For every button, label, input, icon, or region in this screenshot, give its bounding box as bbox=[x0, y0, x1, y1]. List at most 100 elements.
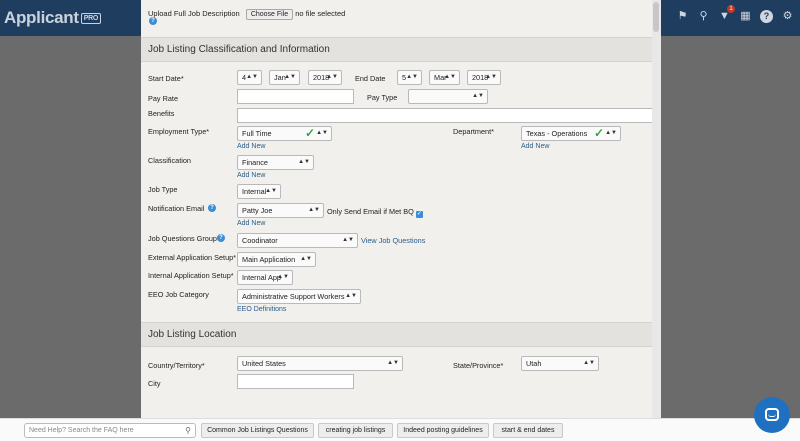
select-arrow-icon: ▲▼ bbox=[605, 130, 617, 136]
bookmark-icon[interactable]: ⚑ bbox=[676, 10, 689, 23]
scrollbar-thumb[interactable] bbox=[653, 2, 659, 32]
select-arrow-icon: ▲▼ bbox=[277, 274, 289, 280]
start-day-select[interactable]: 4 ▲▼ bbox=[237, 70, 262, 85]
section-classification-header: Job Listing Classification and Informati… bbox=[141, 37, 661, 62]
notification-badge: 1 bbox=[727, 5, 735, 13]
department-label: Department* bbox=[453, 127, 494, 136]
calendar-icon[interactable]: ▦ bbox=[739, 10, 752, 23]
pay-type-select[interactable]: ▲▼ bbox=[408, 89, 488, 104]
select-arrow-icon: ▲▼ bbox=[342, 237, 354, 243]
select-arrow-icon: ▲▼ bbox=[326, 74, 338, 80]
eeo-definitions-link[interactable]: EEO Definitions bbox=[237, 306, 286, 313]
logo-badge: PRO bbox=[80, 13, 102, 24]
select-arrow-icon: ▲▼ bbox=[406, 74, 418, 80]
valid-check-icon: ✓ bbox=[305, 126, 316, 140]
classification-label: Classification bbox=[148, 156, 191, 165]
valid-check-icon: ✓ bbox=[594, 126, 605, 140]
external-application-select[interactable]: Main Application ▲▼ bbox=[237, 252, 316, 267]
select-arrow-icon: ▲▼ bbox=[284, 74, 296, 80]
job-listing-modal: Upload Full Job Description Choose File … bbox=[141, 0, 661, 418]
app-logo[interactable]: Applicant PRO bbox=[4, 8, 102, 28]
employment-type-label: Employment Type* bbox=[148, 127, 210, 136]
end-year-select[interactable]: 2018 ▲▼ bbox=[467, 70, 501, 85]
select-arrow-icon: ▲▼ bbox=[265, 188, 277, 194]
job-questions-group-label: Job Questions Group bbox=[148, 234, 217, 243]
start-date-label: Start Date* bbox=[148, 74, 184, 83]
pay-rate-input[interactable] bbox=[237, 89, 354, 104]
country-label: Country/Territory* bbox=[148, 361, 205, 370]
search-icon[interactable]: ⚲ bbox=[697, 10, 710, 23]
view-job-questions-link[interactable]: View Job Questions bbox=[361, 236, 425, 245]
select-arrow-icon: ▲▼ bbox=[485, 74, 497, 80]
select-arrow-icon: ▲▼ bbox=[246, 74, 258, 80]
choose-file-button[interactable]: Choose File bbox=[245, 9, 294, 20]
state-value: Utah bbox=[526, 359, 542, 368]
faq-button-common-questions[interactable]: Common Job Listings Questions bbox=[201, 423, 314, 438]
select-arrow-icon: ▲▼ bbox=[345, 293, 357, 299]
job-questions-help-icon[interactable]: ? bbox=[217, 234, 225, 242]
upload-help-icon[interactable]: ? bbox=[149, 17, 157, 25]
state-select[interactable]: Utah ▲▼ bbox=[521, 356, 599, 371]
file-status: no file selected bbox=[295, 9, 346, 18]
select-arrow-icon: ▲▼ bbox=[298, 159, 310, 165]
logo-text: Applicant bbox=[4, 8, 79, 27]
faq-search-placeholder: Need Help? Search the FAQ here bbox=[29, 427, 134, 434]
employment-type-select[interactable]: Full Time ✓ ▲▼ bbox=[237, 126, 332, 141]
country-value: United States bbox=[242, 359, 286, 368]
classification-value: Finance bbox=[242, 158, 268, 167]
search-icon[interactable]: ⚲ bbox=[185, 424, 191, 437]
chat-launcher-button[interactable] bbox=[754, 397, 790, 433]
end-month-select[interactable]: Mar ▲▼ bbox=[429, 70, 460, 85]
job-questions-group-value: Coodinator bbox=[242, 236, 278, 245]
country-select[interactable]: United States ▲▼ bbox=[237, 356, 403, 371]
state-label: State/Province* bbox=[453, 361, 504, 370]
faq-search-input[interactable]: Need Help? Search the FAQ here ⚲ bbox=[24, 423, 196, 438]
help-bar: Need Help? Search the FAQ here ⚲ Common J… bbox=[0, 418, 800, 441]
notification-email-label: Notification Email bbox=[148, 204, 205, 213]
benefits-label: Benefits bbox=[148, 109, 175, 118]
city-input[interactable] bbox=[237, 374, 354, 389]
section-location-header: Job Listing Location bbox=[141, 322, 661, 347]
upload-label: Upload Full Job Description bbox=[148, 9, 240, 18]
faq-button-creating-listings[interactable]: creating job listings bbox=[318, 423, 393, 438]
department-add-new[interactable]: Add New bbox=[521, 143, 549, 150]
end-day-select[interactable]: 5 ▲▼ bbox=[397, 70, 422, 85]
start-month-select[interactable]: Jan ▲▼ bbox=[269, 70, 300, 85]
met-bq-checkbox[interactable]: ✓ bbox=[415, 211, 423, 218]
department-select[interactable]: Texas - Operations ✓ ▲▼ bbox=[521, 126, 621, 141]
classification-add-new[interactable]: Add New bbox=[237, 172, 265, 179]
notification-email-add-new[interactable]: Add New bbox=[237, 220, 265, 227]
pay-type-label: Pay Type bbox=[367, 93, 398, 102]
notification-email-help-icon[interactable]: ? bbox=[208, 204, 216, 212]
department-value: Texas - Operations bbox=[526, 129, 588, 138]
select-arrow-icon: ▲▼ bbox=[308, 207, 320, 213]
external-application-value: Main Application bbox=[242, 255, 296, 264]
city-label: City bbox=[148, 379, 161, 388]
job-type-value: Internal bbox=[242, 187, 267, 196]
job-type-select[interactable]: Internal ▲▼ bbox=[237, 184, 281, 199]
pay-rate-label: Pay Rate bbox=[148, 94, 179, 103]
faq-button-indeed-guidelines[interactable]: Indeed posting guidelines bbox=[397, 423, 489, 438]
employment-type-value: Full Time bbox=[242, 129, 272, 138]
met-bq-label: Only Send Email if Met BQ bbox=[327, 207, 414, 216]
modal-scrollbar[interactable] bbox=[652, 0, 661, 418]
benefits-input[interactable] bbox=[237, 108, 654, 123]
job-type-label: Job Type bbox=[148, 185, 178, 194]
met-bq-checkbox-row: Only Send Email if Met BQ ✓ bbox=[327, 207, 423, 218]
notification-email-value: Patty Joe bbox=[242, 206, 273, 215]
external-application-label: External Application Setup* bbox=[148, 253, 237, 262]
settings-icon[interactable]: ⚙ bbox=[781, 10, 794, 23]
classification-select[interactable]: Finance ▲▼ bbox=[237, 155, 314, 170]
select-arrow-icon: ▲▼ bbox=[300, 256, 312, 262]
notification-icon[interactable]: ▼ 1 bbox=[718, 5, 735, 23]
select-arrow-icon: ▲▼ bbox=[444, 74, 456, 80]
header-icon-bar: ⚑ ⚲ ▼ 1 ▦ ? ⚙ bbox=[676, 5, 794, 23]
notification-email-select[interactable]: Patty Joe ▲▼ bbox=[237, 203, 324, 218]
job-questions-group-select[interactable]: Coodinator ▲▼ bbox=[237, 233, 358, 248]
eeo-category-select[interactable]: Administrative Support Workers ▲▼ bbox=[237, 289, 361, 304]
internal-application-select[interactable]: Internal App ▲▼ bbox=[237, 270, 293, 285]
faq-button-start-end-dates[interactable]: start & end dates bbox=[493, 423, 563, 438]
help-icon[interactable]: ? bbox=[760, 10, 773, 23]
start-year-select[interactable]: 2018 ▲▼ bbox=[308, 70, 342, 85]
employment-type-add-new[interactable]: Add New bbox=[237, 143, 265, 150]
